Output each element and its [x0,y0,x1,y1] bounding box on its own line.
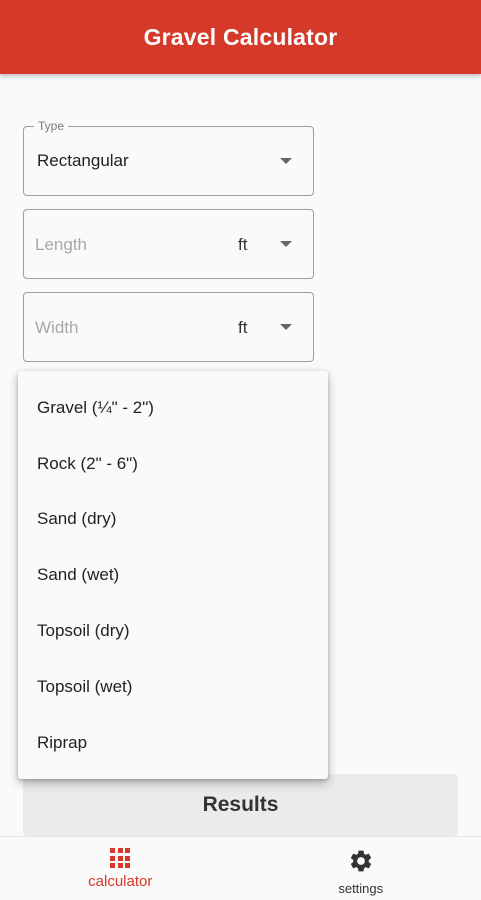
width-placeholder: Width [35,318,79,337]
type-select[interactable]: Type Rectangular [23,119,314,196]
type-legend: Type [34,119,69,133]
bottom-navigation: calculator settings [0,836,481,900]
menu-item-sand-wet[interactable]: Sand (wet) [18,547,328,603]
length-field[interactable]: Length ft [23,209,314,279]
nav-calculator[interactable]: calculator [0,837,241,900]
menu-item-riprap[interactable]: Riprap [18,715,328,771]
menu-item-topsoil-wet[interactable]: Topsoil (wet) [18,659,328,715]
results-button[interactable]: Results [23,774,458,836]
material-dropdown-menu: Gravel (¼" - 2") Rock (2" - 6") Sand (dr… [18,371,328,779]
nav-settings-label: settings [338,881,384,896]
menu-item-sand-dry[interactable]: Sand (dry) [18,492,328,548]
dropdown-arrow-icon[interactable] [280,324,292,330]
menu-item-gravel[interactable]: Gravel (¼" - 2") [18,380,328,436]
menu-item-topsoil-dry[interactable]: Topsoil (dry) [18,603,328,659]
dropdown-arrow-icon[interactable] [280,241,292,247]
app-title: Gravel Calculator [143,23,338,50]
results-label: Results [202,793,279,816]
app-bar: Gravel Calculator [0,0,481,74]
dropdown-arrow-icon[interactable] [280,158,292,164]
grid-icon [110,848,131,868]
nav-calculator-label: calculator [88,873,153,890]
length-unit-select[interactable]: ft [238,235,247,255]
menu-item-rock[interactable]: Rock (2" - 6") [18,436,328,492]
width-unit-select[interactable]: ft [238,318,247,338]
type-value: Rectangular [37,151,129,170]
length-placeholder: Length [35,235,87,254]
width-field[interactable]: Width ft [23,292,314,362]
gear-icon [350,850,371,872]
nav-settings[interactable]: settings [241,837,481,900]
